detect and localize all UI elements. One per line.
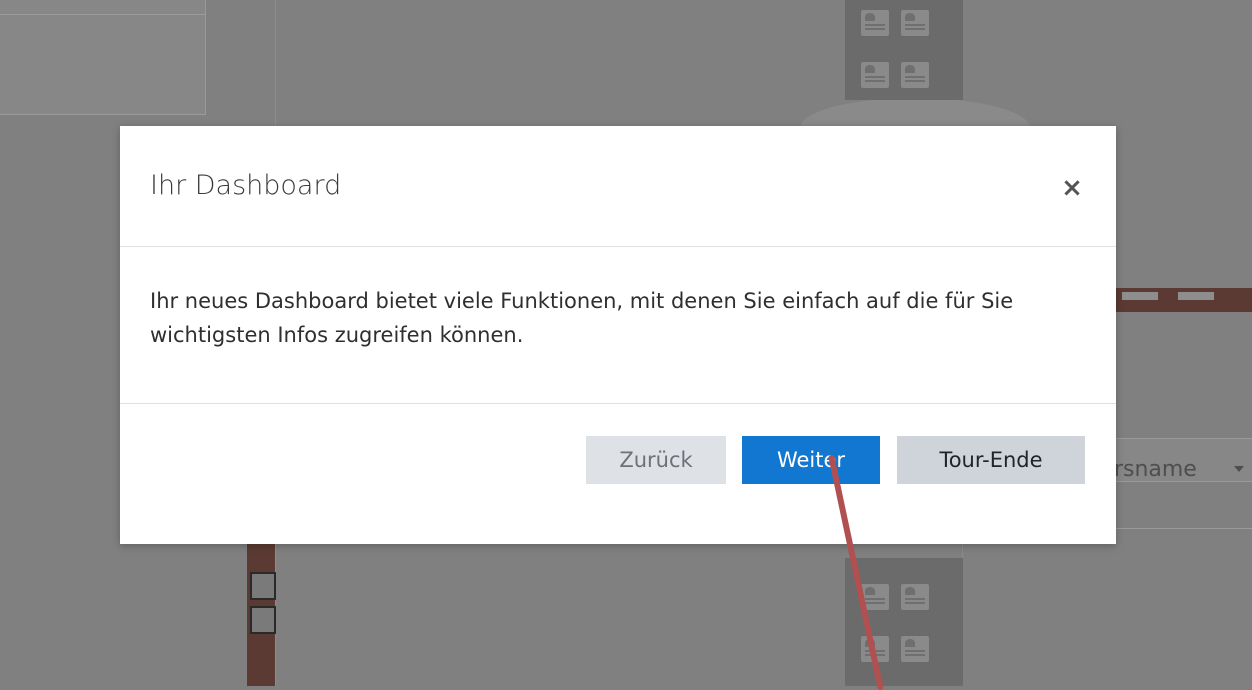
background-building-photo xyxy=(247,544,276,686)
background-building-photo xyxy=(1116,288,1252,312)
dialog-body: Ihr neues Dashboard bietet viele Funktio… xyxy=(120,247,1116,404)
user-card-icon xyxy=(901,62,929,88)
photo-window xyxy=(250,606,276,634)
end-tour-button[interactable]: Tour-Ende xyxy=(897,436,1085,484)
user-card-grid-icon xyxy=(845,0,963,100)
dialog-body-text: Ihr neues Dashboard bietet viele Funktio… xyxy=(150,289,1014,347)
tour-dialog: Ihr Dashboard × Ihr neues Dashboard biet… xyxy=(120,126,1116,544)
back-button[interactable]: Zurück xyxy=(586,436,726,484)
user-card-icon xyxy=(901,636,929,662)
background-card-divider xyxy=(0,0,205,15)
photo-window xyxy=(1178,292,1214,300)
next-button[interactable]: Weiter xyxy=(742,436,880,484)
photo-window xyxy=(250,572,276,600)
background-divider xyxy=(1116,528,1252,529)
dialog-title: Ihr Dashboard xyxy=(150,170,342,201)
user-card-icon xyxy=(901,10,929,36)
close-icon[interactable]: × xyxy=(1058,174,1086,202)
user-card-icon xyxy=(861,10,889,36)
user-card-icon xyxy=(861,62,889,88)
background-card xyxy=(0,0,206,115)
caret-down-icon xyxy=(1234,466,1244,472)
dialog-header: Ihr Dashboard × xyxy=(120,126,1116,247)
user-card-icon xyxy=(901,584,929,610)
photo-window xyxy=(1122,292,1158,300)
